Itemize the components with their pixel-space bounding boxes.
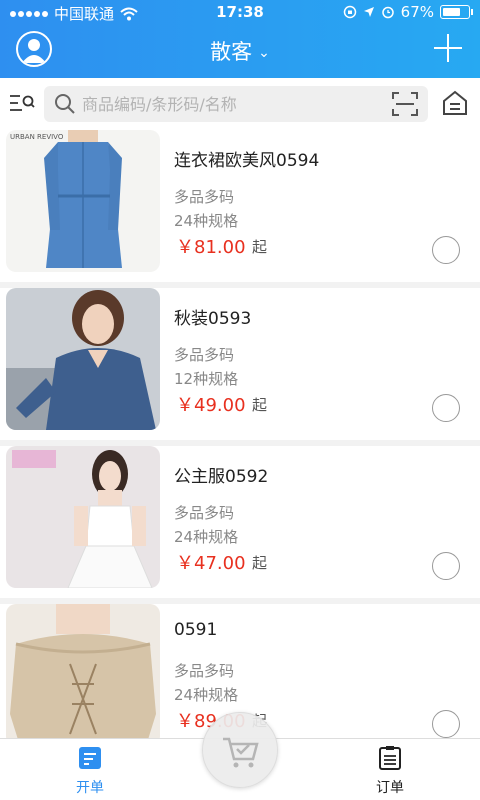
location-icon [363, 7, 374, 17]
battery-icon [440, 5, 473, 19]
lock-rotation-icon [343, 5, 356, 19]
battery-percent: 67% [400, 3, 434, 21]
product-desc: 多品多码 [174, 188, 235, 206]
select-radio[interactable] [432, 710, 460, 738]
select-radio[interactable] [432, 236, 460, 264]
price-suffix: 起 [252, 396, 268, 414]
product-list: URBAN REVIVO 连衣裙欧美风0594 多品多码 24种规格 ￥81.0… [0, 130, 480, 738]
price-suffix: 起 [252, 238, 268, 256]
search-icon [55, 94, 75, 114]
product-spec-count: 24种规格 [174, 212, 239, 230]
brand-label: URBAN REVIVO [10, 133, 64, 141]
page-title: 散客 [210, 40, 253, 64]
cart-button[interactable] [202, 712, 278, 788]
product-spec-count: 12种规格 [174, 370, 239, 388]
product-price: ￥49.00 [176, 395, 246, 416]
alarm-icon [381, 6, 394, 19]
product-item[interactable]: 秋装0593 多品多码 12种规格 ￥49.00 起 [0, 288, 480, 440]
product-name: 公主服0592 [174, 467, 269, 487]
tab-orders[interactable]: 订单 [350, 745, 430, 797]
product-price: ￥47.00 [176, 553, 246, 574]
search-box [44, 86, 428, 122]
product-spec-count: 24种规格 [174, 686, 239, 704]
product-desc: 多品多码 [174, 346, 235, 364]
order-list-icon [379, 746, 401, 770]
select-radio[interactable] [432, 394, 460, 422]
cart-check-icon [223, 737, 259, 768]
app-header: 中国联通 17:38 67% 散客 ⌄ [0, 0, 480, 78]
barcode-scan-icon[interactable] [392, 92, 418, 116]
product-desc: 多品多码 [174, 504, 235, 522]
tab-open-order[interactable]: 开单 [50, 745, 130, 797]
home-icon[interactable] [442, 90, 468, 116]
add-button[interactable] [434, 34, 462, 62]
product-desc: 多品多码 [174, 662, 235, 680]
product-name: 连衣裙欧美风0594 [174, 151, 320, 171]
product-price: ￥81.00 [176, 237, 246, 258]
customer-selector[interactable]: 散客 ⌄ [0, 36, 480, 66]
select-radio[interactable] [432, 552, 460, 580]
search-row [0, 78, 480, 130]
product-item[interactable]: URBAN REVIVO 连衣裙欧美风0594 多品多码 24种规格 ￥81.0… [0, 130, 480, 282]
chevron-down-icon: ⌄ [258, 45, 270, 61]
tab-order-label: 订单 [376, 780, 404, 796]
search-input[interactable] [82, 86, 382, 122]
edit-doc-icon [79, 747, 101, 769]
product-name: 0591 [174, 620, 218, 640]
price-suffix: 起 [252, 554, 268, 572]
tab-open-label: 开单 [76, 780, 104, 796]
product-item[interactable]: 公主服0592 多品多码 24种规格 ￥47.00 起 [0, 446, 480, 598]
status-bar: 中国联通 17:38 67% [0, 0, 480, 26]
product-thumbnail: URBAN REVIVO [6, 130, 160, 272]
product-thumbnail [6, 288, 160, 430]
product-spec-count: 24种规格 [174, 528, 239, 546]
product-thumbnail [6, 604, 160, 738]
product-name: 秋装0593 [174, 309, 252, 329]
product-thumbnail [6, 446, 160, 588]
category-filter-icon[interactable] [8, 91, 36, 115]
status-right: 67% [343, 3, 473, 21]
